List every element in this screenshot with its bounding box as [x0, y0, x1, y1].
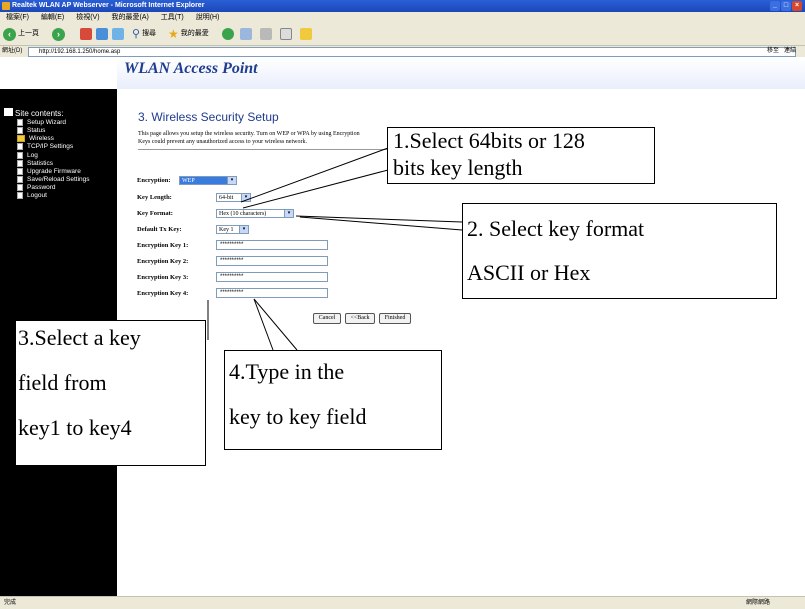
callout-3-line-1: 3.Select a key — [18, 325, 141, 350]
callout-2-line-1: 2. Select key format — [467, 216, 645, 241]
callout-4: 4.Type in the key to key field — [224, 350, 442, 450]
callout-1-text-1: 1.Select 64bits or 128 — [393, 128, 585, 153]
callout-2: 2. Select key format ASCII or Hex — [462, 203, 777, 299]
callout-2-line-2: ASCII or Hex — [467, 260, 591, 285]
status-bar: 完成 網際網路 — [0, 596, 805, 609]
status-zone: 網際網路 — [746, 600, 771, 606]
status-text: 完成 — [4, 600, 17, 606]
callout-4-line-1: 4.Type in the — [229, 359, 345, 384]
callout-3: 3.Select a key field from key1 to key4 — [15, 320, 206, 466]
callout-4-line-2: key to key field — [229, 404, 367, 429]
callout-3-line-2: field from — [18, 370, 107, 395]
callout-3-line-3: key1 to key4 — [18, 415, 132, 440]
callout-pointers — [207, 147, 463, 351]
pointer-line-4b — [253, 298, 274, 351]
pointer-line-4a — [253, 298, 298, 351]
callout-1-text-2: bits key length — [393, 155, 523, 180]
